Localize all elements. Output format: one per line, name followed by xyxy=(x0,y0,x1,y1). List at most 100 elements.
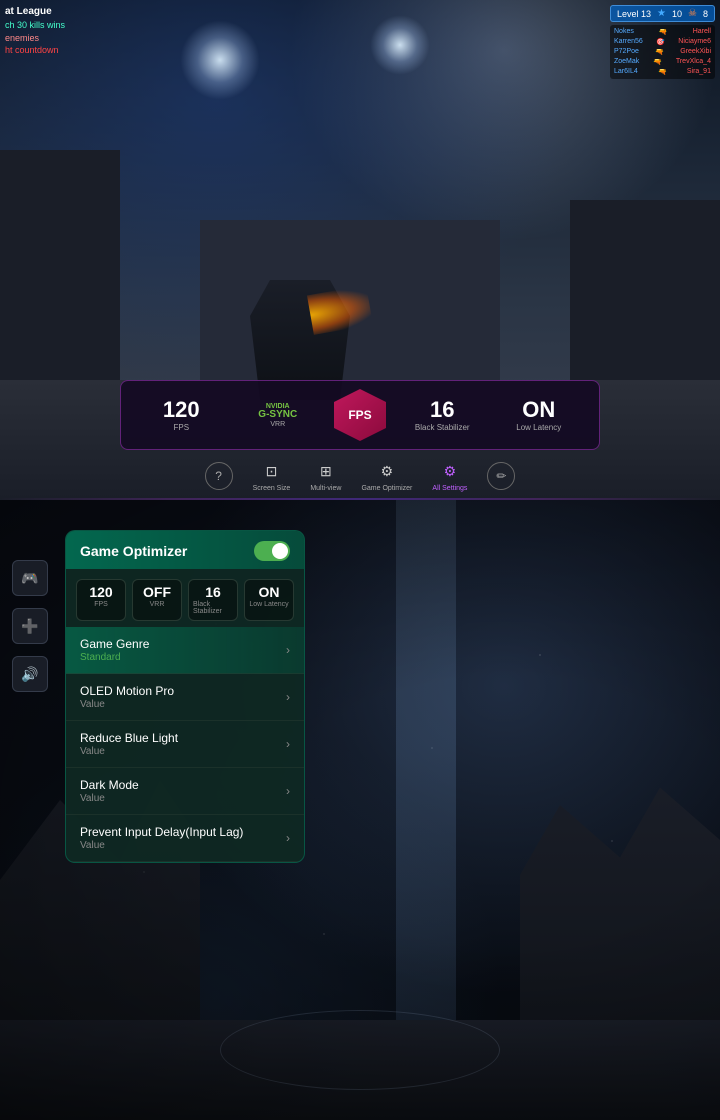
black-value: 16 xyxy=(430,399,454,421)
all-settings-icon[interactable]: ⚙ xyxy=(438,459,462,483)
fps-badge-text: FPS xyxy=(348,409,371,421)
star-count: 10 xyxy=(672,9,682,19)
optimizer-toggle[interactable] xyxy=(254,541,290,561)
opt-black-label: Black Stabilizer xyxy=(193,601,233,615)
reduce-blue-light-name: Reduce Blue Light xyxy=(80,731,178,745)
player-name: Lar6IL4 xyxy=(614,68,638,76)
reduce-blue-light-item[interactable]: Reduce Blue Light Value › xyxy=(66,721,304,768)
opt-latency-stat: ON Low Latency xyxy=(244,579,294,621)
building-left xyxy=(0,150,120,400)
weapon-icon: 🔫 xyxy=(658,68,667,76)
optimizer-header: Game Optimizer xyxy=(66,531,304,569)
latency-stat: ON Low Latency xyxy=(491,399,588,432)
all-settings-button[interactable]: ⚙ All Settings xyxy=(432,459,467,492)
screen-size-button[interactable]: ⊡ Screen Size xyxy=(253,459,291,492)
gsync-stat: NVIDIA G-SYNC VRR xyxy=(230,403,327,428)
weapon-icon: 🔫 xyxy=(655,48,664,56)
chevron-right-icon: › xyxy=(286,737,290,751)
player-name: Nokes xyxy=(614,28,634,36)
black-stabilizer-stat: 16 Black Stabilizer xyxy=(394,399,491,432)
toggle-knob xyxy=(272,543,288,559)
game-optimizer-icon[interactable]: ⚙ xyxy=(375,459,399,483)
opt-fps-value: 120 xyxy=(89,585,112,599)
building-right xyxy=(570,200,720,400)
chevron-right-icon: › xyxy=(286,784,290,798)
hud-top-right: Level 13 ★ 10 ☠ 8 Nokes 🔫 Harell Karren5… xyxy=(610,5,715,79)
game-genre-item[interactable]: Game Genre Standard › xyxy=(66,627,304,674)
weapon-icon: 🔫 xyxy=(659,28,668,36)
chevron-right-icon: › xyxy=(286,690,290,704)
optimizer-stats-row: 120 FPS OFF VRR 16 Black Stabilizer ON L… xyxy=(66,569,304,627)
reduce-blue-light-text: Reduce Blue Light Value xyxy=(80,731,178,757)
weapon-icon: 🔫 xyxy=(653,58,662,66)
scoreboard: Nokes 🔫 Harell Karren56 🎯 Niciayme6 P72P… xyxy=(610,25,715,79)
level-text: Level 13 xyxy=(617,9,651,19)
chevron-right-icon: › xyxy=(286,643,290,657)
oled-motion-pro-value: Value xyxy=(80,699,174,710)
hud-top-left: at League ch 30 kills wins enemies ht co… xyxy=(5,5,65,57)
help-button[interactable]: ? xyxy=(205,462,233,490)
oled-motion-pro-item[interactable]: OLED Motion Pro Value › xyxy=(66,674,304,721)
opt-black-value: 16 xyxy=(205,585,221,599)
opt-black-stat: 16 Black Stabilizer xyxy=(188,579,238,621)
prevent-input-delay-text: Prevent Input Delay(Input Lag) Value xyxy=(80,825,243,851)
opt-vrr-stat: OFF VRR xyxy=(132,579,182,621)
score-value: GreekXibi xyxy=(680,48,711,56)
sidebar-icons: 🎮 ➕ 🔊 xyxy=(12,560,48,692)
kills-text: ch 30 kills wins xyxy=(5,19,65,32)
oled-motion-pro-text: OLED Motion Pro Value xyxy=(80,684,174,710)
score-row: ZoeMak 🔫 TrevXlca_4 xyxy=(614,57,711,67)
prevent-input-delay-name: Prevent Input Delay(Input Lag) xyxy=(80,825,243,839)
plus-icon[interactable]: ➕ xyxy=(12,608,48,644)
screen-size-label: Screen Size xyxy=(253,485,291,492)
opt-vrr-label: VRR xyxy=(150,601,165,608)
enemies-text: enemies xyxy=(5,32,65,45)
player-name: P72Poe xyxy=(614,48,639,56)
top-game-section: at League ch 30 kills wins enemies ht co… xyxy=(0,0,720,500)
prevent-input-delay-value: Value xyxy=(80,840,243,851)
fps-stat: 120 FPS xyxy=(133,399,230,432)
screen-size-icon[interactable]: ⊡ xyxy=(259,459,283,483)
fps-value: 120 xyxy=(163,399,200,421)
multi-view-button[interactable]: ⊞ Multi-view xyxy=(310,459,341,492)
latency-value: ON xyxy=(522,399,555,421)
opt-vrr-value: OFF xyxy=(143,585,171,599)
dark-mode-item[interactable]: Dark Mode Value › xyxy=(66,768,304,815)
gamepad-icon[interactable]: 🎮 xyxy=(12,560,48,596)
stone-floor xyxy=(0,1020,720,1120)
multi-view-label: Multi-view xyxy=(310,485,341,492)
help-icon[interactable]: ? xyxy=(205,462,233,490)
game-optimizer-button[interactable]: ⚙ Game Optimizer xyxy=(361,459,412,492)
score-row: Karren56 🎯 Niciayme6 xyxy=(614,37,711,47)
edit-icon[interactable]: ✏ xyxy=(487,462,515,490)
skull-count: 8 xyxy=(703,9,708,19)
chevron-right-icon: › xyxy=(286,831,290,845)
prevent-input-delay-item[interactable]: Prevent Input Delay(Input Lag) Value › xyxy=(66,815,304,862)
volume-icon[interactable]: 🔊 xyxy=(12,656,48,692)
toolbar: ? ⊡ Screen Size ⊞ Multi-view ⚙ Game Opti… xyxy=(120,459,600,492)
opt-latency-label: Low Latency xyxy=(249,601,288,608)
game-optimizer-label: Game Optimizer xyxy=(361,485,412,492)
opt-fps-stat: 120 FPS xyxy=(76,579,126,621)
score-value: TrevXlca_4 xyxy=(676,58,711,66)
level-bar: Level 13 ★ 10 ☠ 8 xyxy=(610,5,715,22)
dark-mode-text: Dark Mode Value xyxy=(80,778,139,804)
light-spot-2 xyxy=(370,15,430,75)
gsync-name: G-SYNC xyxy=(258,410,297,420)
oled-motion-pro-name: OLED Motion Pro xyxy=(80,684,174,698)
edit-button[interactable]: ✏ xyxy=(487,462,515,490)
game-genre-text: Game Genre Standard xyxy=(80,637,149,663)
light-spot-1 xyxy=(180,20,260,100)
gsync-sub: VRR xyxy=(270,421,285,428)
black-label: Black Stabilizer xyxy=(415,423,470,432)
latency-label: Low Latency xyxy=(516,423,561,432)
score-row: P72Poe 🔫 GreekXibi xyxy=(614,47,711,57)
countdown-text: ht countdown xyxy=(5,44,65,57)
score-row: Lar6IL4 🔫 Sira_91 xyxy=(614,67,711,77)
game-genre-value: Standard xyxy=(80,652,149,663)
score-value: Harell xyxy=(693,28,711,36)
player-name: ZoeMak xyxy=(614,58,639,66)
floor-circle xyxy=(220,1010,500,1090)
multi-view-icon[interactable]: ⊞ xyxy=(314,459,338,483)
game-genre-name: Game Genre xyxy=(80,637,149,651)
